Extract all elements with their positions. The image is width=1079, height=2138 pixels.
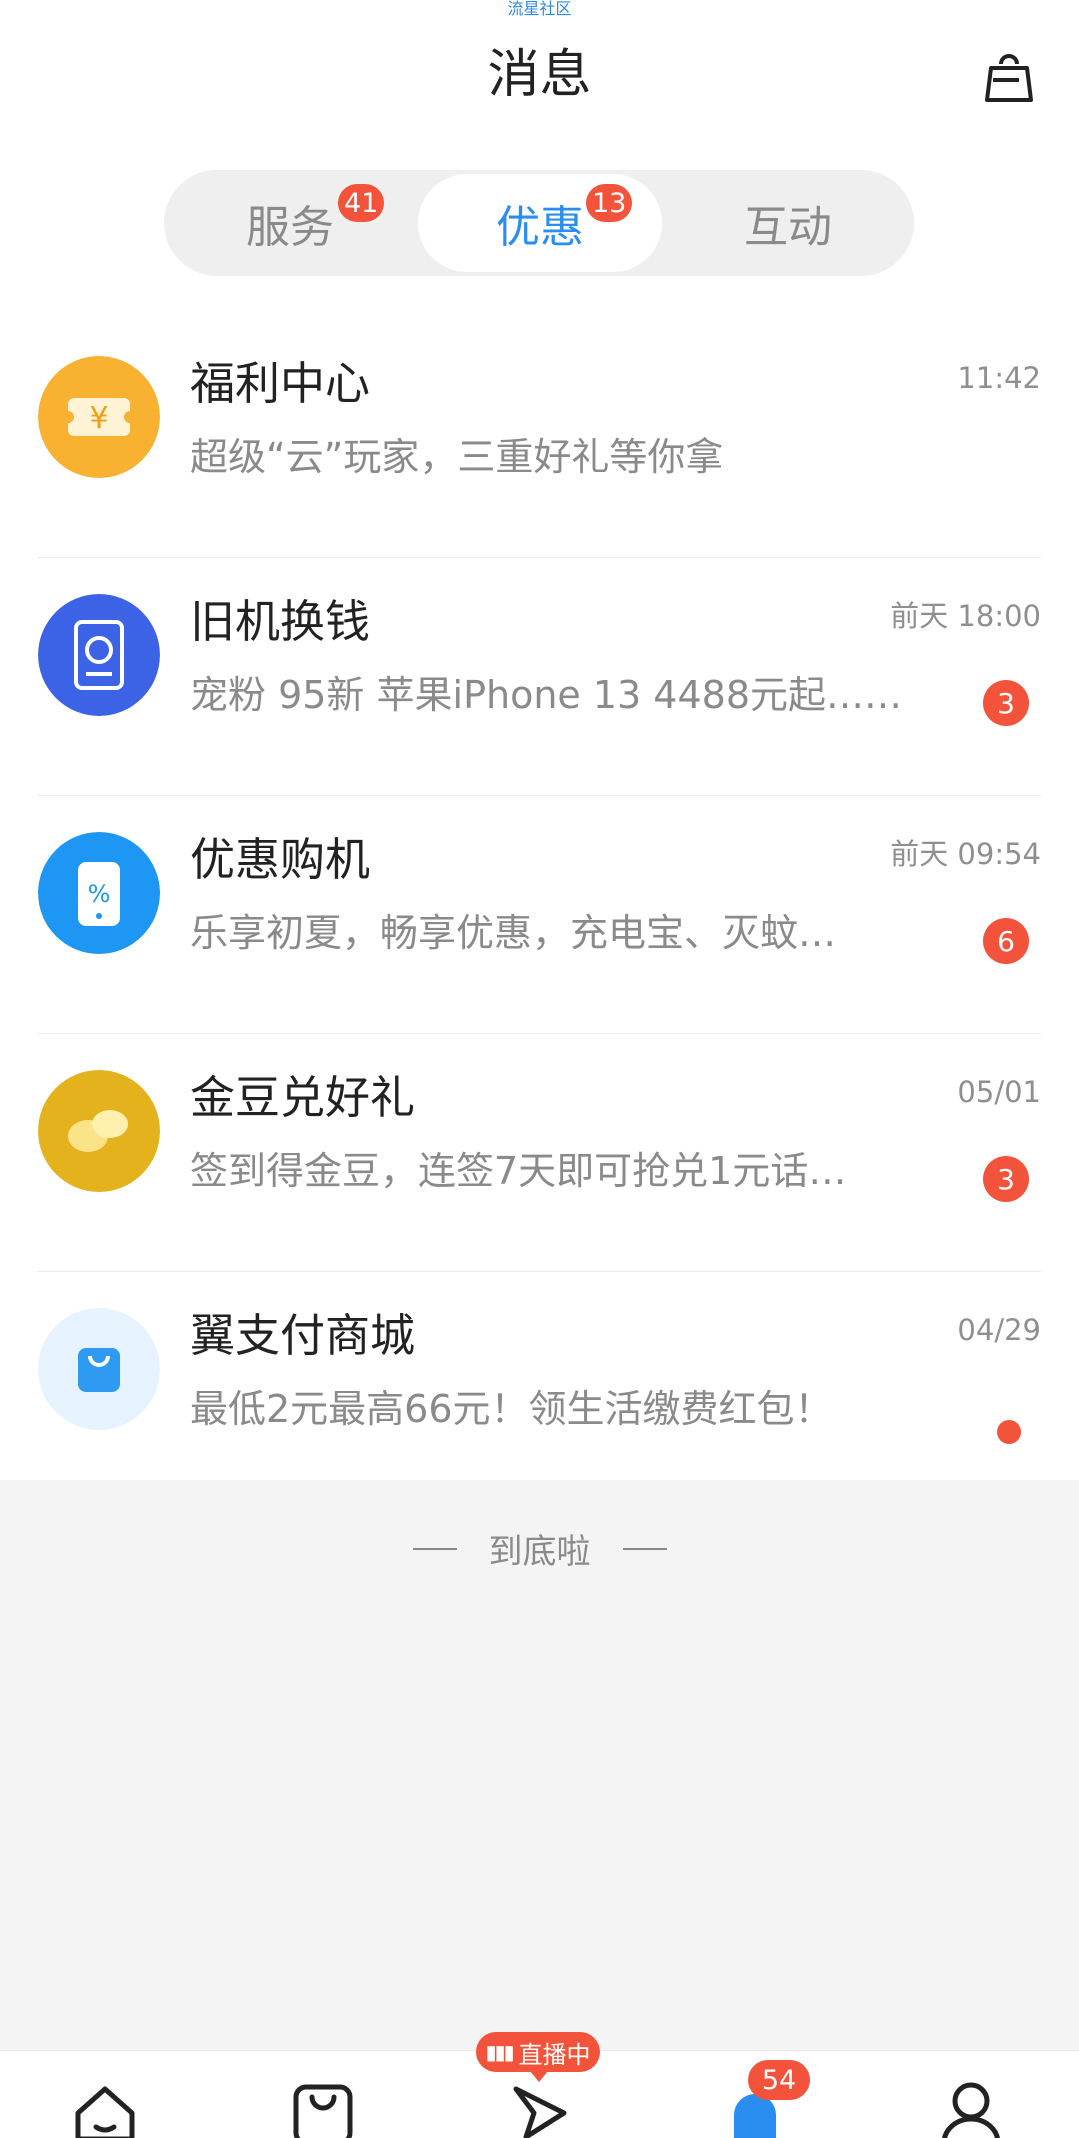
message-item-bestpay-mall[interactable]: 翼支付商城 04/29 最低2元最高66元！领生活缴费红包！: [0, 1272, 1079, 1510]
live-label: 直播中: [518, 2040, 591, 2069]
tab-label: 优惠: [496, 202, 584, 253]
shopping-bag-icon[interactable]: [981, 50, 1037, 106]
notification-badge: 54: [748, 2060, 810, 2100]
end-line-right: [622, 1547, 667, 1550]
gold-bean-icon: [38, 1070, 160, 1192]
tab-label: 互动: [744, 202, 832, 253]
phone-discount-icon: %: [38, 832, 160, 954]
message-preview: 最低2元最高66元！领生活缴费红包！: [190, 1387, 833, 1431]
tab-label: 服务: [246, 202, 334, 253]
tab-badge: 13: [586, 184, 633, 222]
message-item-trade-in[interactable]: 旧机换钱 前天 18:00 宠粉 95新 苹果iPhone 13 4488元起……: [0, 558, 1079, 796]
message-item-welfare-center[interactable]: ¥ 福利中心 11:42 超级“云”玩家，三重好礼等你拿: [0, 320, 1079, 558]
unread-dot: [997, 1420, 1021, 1444]
live-badge[interactable]: ▮▮▮ 直播中: [476, 2032, 600, 2082]
user-icon[interactable]: [936, 2079, 1006, 2138]
play-icon[interactable]: [504, 2079, 574, 2138]
page-title: 消息: [487, 45, 592, 105]
end-text: 到底啦: [488, 1532, 591, 1572]
tab-discount[interactable]: 优惠 13: [418, 174, 662, 272]
message-title: 优惠购机: [190, 833, 371, 886]
svg-text:¥: ¥: [89, 401, 108, 436]
message-time: 04/29: [957, 1313, 1041, 1347]
unread-count-badge: 3: [983, 1156, 1029, 1202]
unread-count-badge: 3: [983, 680, 1029, 726]
message-time: 11:42: [957, 361, 1041, 395]
message-title: 福利中心: [190, 357, 371, 410]
unread-count-badge: 6: [983, 918, 1029, 964]
message-preview: 宠粉 95新 苹果iPhone 13 4488元起……: [190, 673, 902, 717]
coupon-icon: ¥: [38, 356, 160, 478]
live-bars-icon: ▮▮▮: [485, 2040, 514, 2064]
message-time: 前天 18:00: [890, 599, 1041, 633]
home-icon[interactable]: [70, 2079, 140, 2138]
end-of-list: 到底啦: [0, 1524, 1079, 1573]
message-preview: 乐享初夏，畅享优惠，充电宝、灭蚊…: [190, 911, 837, 955]
message-time: 前天 09:54: [890, 837, 1041, 871]
message-item-gold-bean[interactable]: 金豆兑好礼 05/01 签到得金豆，连签7天即可抢兑1元话… 3: [0, 1034, 1079, 1272]
phone-recycle-icon: [38, 594, 160, 716]
message-time: 05/01: [957, 1075, 1041, 1109]
shop-icon[interactable]: [288, 2079, 358, 2138]
shopping-bag-icon: [38, 1308, 160, 1430]
end-line-left: [412, 1547, 457, 1550]
message-title: 翼支付商城: [190, 1309, 416, 1362]
message-preview: 超级“云”玩家，三重好礼等你拿: [190, 435, 724, 479]
tab-badge: 41: [338, 184, 385, 222]
message-title: 旧机换钱: [190, 595, 371, 648]
watermark: 流星社区: [507, 0, 572, 18]
tab-service[interactable]: 服务 41: [168, 174, 412, 272]
tab-switcher: 服务 41 优惠 13 互动: [164, 170, 914, 276]
content-area: 流星社区 消息 服务 41 优惠 13 互动 ¥ 福利中心 11:42 超级“云…: [0, 0, 1079, 1480]
svg-text:%: %: [88, 880, 111, 908]
tab-interaction[interactable]: 互动: [666, 174, 910, 272]
header: 消息: [0, 28, 1079, 124]
message-item-discount-phone[interactable]: % 优惠购机 前天 09:54 乐享初夏，畅享优惠，充电宝、灭蚊… 6: [0, 796, 1079, 1034]
message-preview: 签到得金豆，连签7天即可抢兑1元话…: [190, 1149, 847, 1193]
message-title: 金豆兑好礼: [190, 1071, 416, 1124]
